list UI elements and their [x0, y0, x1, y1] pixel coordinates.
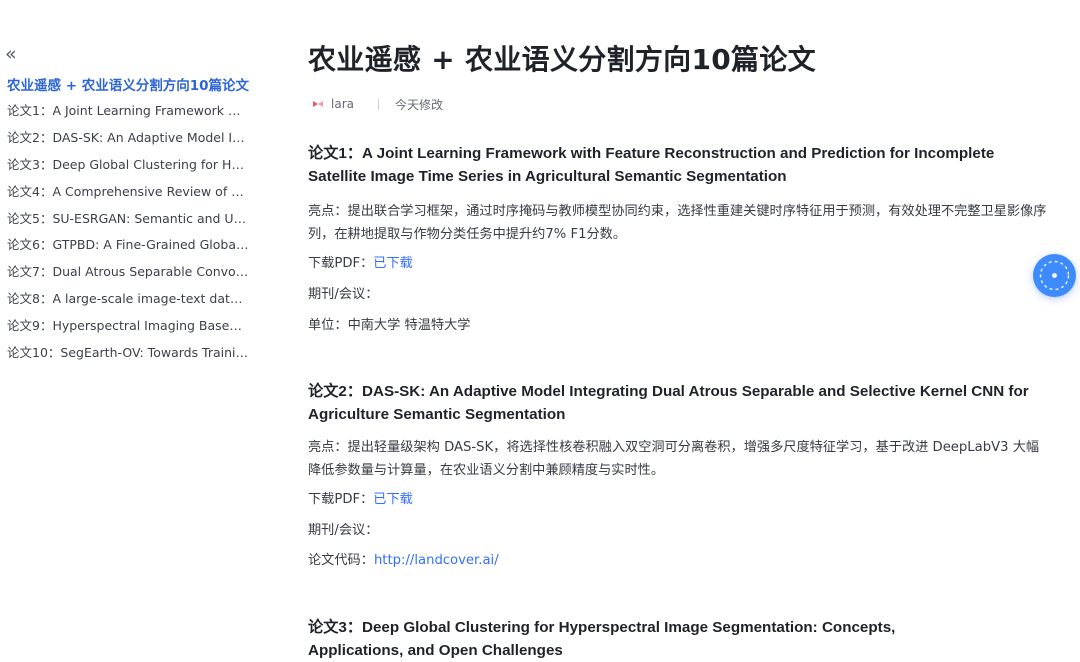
pdf-label: 下载PDF： — [308, 492, 374, 507]
paper-section-1: 论文1：A Joint Learning Framework with Feat… — [308, 143, 1048, 333]
doc-meta: lara 今天修改 — [312, 94, 443, 114]
outline-item-paper-9[interactable]: 论文9：Hyperspectral Imaging Based Personal… — [7, 316, 249, 343]
outline-item-paper-6[interactable]: 论文6：GTPBD: A Fine-Grained Global Terrace… — [7, 235, 249, 262]
author-name[interactable]: lara — [331, 97, 354, 111]
venue-label: 期刊/会议： — [308, 287, 379, 302]
venue-field: 期刊/会议： — [308, 283, 378, 302]
author-avatar-icon — [312, 98, 324, 110]
unit-field: 单位：中南大学 特温特大学 — [308, 314, 470, 333]
outline-item-paper-7[interactable]: 论文7：Dual Atrous Separable Convolution fo… — [7, 262, 249, 289]
venue-field: 期刊/会议： — [308, 519, 378, 538]
modified-time: 今天修改 — [394, 97, 443, 112]
paper-highlight: 亮点：提出联合学习框架，通过时序掩码与教师模型协同约束，选择性重建关键时序特征用… — [308, 204, 1047, 242]
pdf-download-link[interactable]: 已下载 — [373, 492, 413, 507]
outline-sidebar: « 农业遥感 + 农业语义分割方向10篇论文 论文1：A Joint Learn… — [0, 0, 262, 660]
code-link[interactable]: http://landcover.ai/ — [374, 553, 499, 568]
unit-value: 中南大学 特温特大学 — [347, 318, 471, 333]
outline-item-paper-10[interactable]: 论文10：SegEarth-OV: Towards Training-Free … — [7, 343, 249, 370]
outline-item-paper-5[interactable]: 论文5：SU-ESRGAN: Semantic and Uncertainty-… — [7, 209, 249, 236]
paper-highlight: 亮点：提出轻量级架构 DAS-SK，将选择性核卷积融入双空洞可分离卷积，增强多尺… — [308, 440, 1040, 478]
code-label: 论文代码： — [308, 553, 374, 568]
paper-title: 论文3：Deep Global Clustering for Hyperspec… — [308, 619, 896, 659]
paper-section-3: 论文3：Deep Global Clustering for Hyperspec… — [308, 617, 988, 662]
paper-section-2: 论文2：DAS-SK: An Adaptive Model Integratin… — [308, 381, 1048, 568]
paper-title: 论文2：DAS-SK: An Adaptive Model Integratin… — [308, 383, 1029, 423]
outline-item-paper-8[interactable]: 论文8：A large-scale image-text dataset ben… — [7, 289, 249, 316]
outline-list: 论文1：A Joint Learning Framework with Feat… — [7, 101, 249, 370]
outline-item-paper-4[interactable]: 论文4：A Comprehensive Review of Agricultur… — [7, 182, 249, 209]
pdf-label: 下载PDF： — [308, 256, 374, 271]
assistant-icon — [1039, 260, 1070, 291]
pdf-field: 下载PDF：已下载 — [308, 252, 413, 271]
collapse-sidebar-icon[interactable]: « — [5, 44, 23, 64]
paper-title: 论文1：A Joint Learning Framework with Feat… — [308, 145, 995, 185]
pdf-field: 下载PDF：已下载 — [308, 488, 413, 507]
outline-item-paper-1[interactable]: 论文1：A Joint Learning Framework with Feat… — [7, 101, 249, 128]
page-title: 农业遥感 + 农业语义分割方向10篇论文 — [308, 43, 816, 76]
meta-divider — [377, 98, 379, 110]
floating-assistant-button[interactable] — [1033, 254, 1076, 297]
outline-item-paper-3[interactable]: 论文3：Deep Global Clustering for Hyperspec… — [7, 155, 249, 182]
pdf-download-link[interactable]: 已下载 — [373, 256, 413, 271]
outline-item-paper-2[interactable]: 论文2：DAS-SK: An Adaptive Model Integratin… — [7, 128, 249, 155]
outline-title[interactable]: 农业遥感 + 农业语义分割方向10篇论文 — [7, 74, 262, 94]
code-field: 论文代码：http://landcover.ai/ — [308, 549, 499, 568]
venue-label: 期刊/会议： — [308, 523, 379, 538]
unit-label: 单位： — [308, 318, 348, 333]
